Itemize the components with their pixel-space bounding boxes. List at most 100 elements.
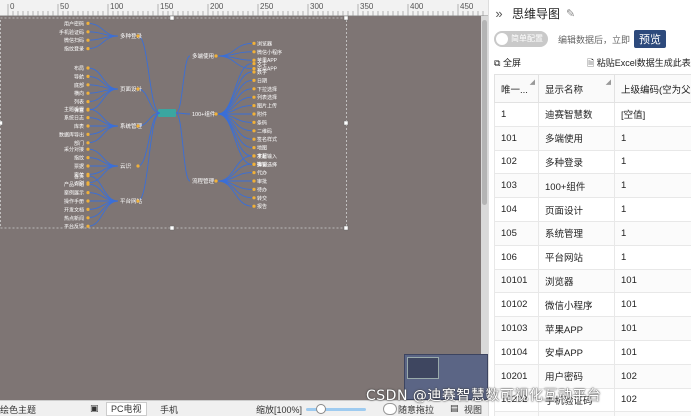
cell-id[interactable]: 102 <box>494 149 539 175</box>
panel-header: » 思维导图 ✎ <box>489 0 691 26</box>
cell-parent[interactable]: 101 <box>614 292 691 318</box>
tab-pc-view[interactable]: PC电视 <box>106 402 147 416</box>
table-row[interactable]: 105 系统管理 1 <box>494 220 691 246</box>
table-row[interactable]: 10203微信扫码102 <box>494 411 691 416</box>
cell-parent[interactable]: 1 <box>614 244 691 270</box>
table-header-row: 唯一... ◢ 显示名称 ◢ 上级编码(空为父... <box>494 74 691 103</box>
mindmap-node-dot <box>86 124 90 128</box>
selection-handle <box>169 225 175 231</box>
mindmap-leaf-label: 撤销 <box>257 161 267 168</box>
scrollbar-thumb[interactable] <box>482 20 487 205</box>
cell-parent[interactable]: 1 <box>614 197 691 222</box>
table-row[interactable]: 10104 安卓APP 101 <box>494 339 691 365</box>
cell-id[interactable]: 101 <box>494 125 539 151</box>
mindmap-link <box>87 84 119 90</box>
column-header-name[interactable]: 显示名称 ◢ <box>538 74 615 103</box>
simple-config-toggle[interactable]: 简单配置 <box>494 31 548 47</box>
ruler-label: 350 <box>360 2 374 11</box>
cell-parent[interactable]: 1 <box>614 220 691 246</box>
cell-parent[interactable]: 102 <box>614 363 691 389</box>
cell-name[interactable]: 微信小程序 <box>538 292 615 318</box>
cell-id[interactable]: 104 <box>494 197 539 222</box>
table-row[interactable]: 103 100+组件 1 <box>494 173 691 199</box>
cell-id[interactable]: 103 <box>494 173 539 199</box>
cell-parent[interactable]: [空值] <box>614 102 691 127</box>
cell-name[interactable]: 多端使用 <box>538 125 615 151</box>
cell-name[interactable]: 平台网站 <box>538 244 615 270</box>
cell-name[interactable]: 微信扫码 <box>538 411 615 416</box>
preview-button[interactable]: 预览 <box>634 30 667 48</box>
table-body: 1 迪赛智慧数 [空值] 101 多端使用 1 102 多种登录 1 103 100+组件 1 104 页… <box>494 102 691 416</box>
cell-name[interactable]: 安卓APP <box>538 339 615 365</box>
mindmap-leaf-label: 用户密码 <box>64 20 84 27</box>
cell-name[interactable]: 多种登录 <box>538 149 615 175</box>
table-row[interactable]: 10101 浏览器 101 <box>494 268 691 294</box>
table-row[interactable]: 10102 微信小程序 101 <box>494 292 691 318</box>
cell-name[interactable]: 迪赛智慧数 <box>538 102 615 127</box>
theme-button[interactable]: 绘色主题 <box>0 403 36 416</box>
data-table-container[interactable]: 唯一... ◢ 显示名称 ◢ 上级编码(空为父... 1 迪赛智慧数 [空值] 101 多端… <box>494 74 691 416</box>
cell-parent[interactable]: 101 <box>614 268 691 294</box>
selection-handle <box>0 120 3 126</box>
cell-id[interactable]: 106 <box>494 244 539 270</box>
table-row[interactable]: 104 页面设计 1 <box>494 197 691 222</box>
cell-id[interactable]: 10103 <box>494 316 539 341</box>
cell-parent[interactable]: 101 <box>614 339 691 365</box>
vertical-scrollbar[interactable] <box>481 16 488 400</box>
table-row[interactable]: 1 迪赛智慧数 [空值] <box>494 102 691 127</box>
cell-parent[interactable]: 102 <box>614 387 691 413</box>
table-row[interactable]: 101 多端使用 1 <box>494 125 691 151</box>
cell-parent[interactable]: 1 <box>614 149 691 175</box>
paste-excel-button[interactable]: 🗎 粘贴Excel数据生成此表 <box>587 56 691 72</box>
tab-mobile[interactable]: 手机 <box>156 403 182 416</box>
minimap-viewport[interactable] <box>407 357 439 379</box>
mindmap-node-dot <box>136 87 140 91</box>
selection-handle <box>343 16 349 21</box>
cell-id[interactable]: 10102 <box>494 292 539 318</box>
cell-id[interactable]: 10104 <box>494 339 539 365</box>
cell-id[interactable]: 10203 <box>494 411 539 416</box>
mindmap-node-dot <box>252 50 256 54</box>
mindmap-leaf-label: 签名样式 <box>257 136 277 143</box>
cell-parent[interactable]: 1 <box>614 125 691 151</box>
cell-parent[interactable]: 102 <box>614 411 691 416</box>
cell-id[interactable]: 105 <box>494 220 539 246</box>
column-header-label: 上级编码(空为父... <box>621 84 691 96</box>
mindmap-node-dot <box>86 156 90 160</box>
table-row[interactable]: 106 平台网站 1 <box>494 244 691 270</box>
mindmap-diagram[interactable]: 多种登录用户密码手机验证码微信扫码指纹登录页面设计布局导航底部横向列表弹窗系统管… <box>0 16 481 400</box>
column-sort-icon[interactable]: ◢ <box>530 78 535 86</box>
fullscreen-button[interactable]: ⧉ 全屏 <box>494 56 521 69</box>
column-header-parent[interactable]: 上级编码(空为父... <box>614 74 691 103</box>
mindmap-leaf-label: 布局 <box>74 65 84 72</box>
cell-parent[interactable]: 1 <box>614 173 691 199</box>
collapse-icon[interactable]: » <box>489 6 509 21</box>
mindmap-node-dot <box>252 95 256 99</box>
mindmap-node-dot <box>252 171 256 175</box>
cell-name[interactable]: 系统管理 <box>538 220 615 246</box>
mindmap-leaf-label: 平台反馈 <box>64 223 84 230</box>
mindmap-leaf-label: 列表选择 <box>257 94 277 101</box>
mindmap-node-dot <box>214 112 218 116</box>
zoom-slider[interactable] <box>306 408 366 411</box>
mindmap-node-dot <box>252 112 256 116</box>
data-panel: » 思维导图 ✎ 简单配置 编辑数据后，立即 预览 ⧉ 全屏 🗎 粘贴Excel… <box>488 0 691 416</box>
ruler-label: 200 <box>210 2 224 11</box>
edit-pencil-icon[interactable]: ✎ <box>566 7 575 20</box>
cell-name[interactable]: 苹果APP <box>538 316 615 341</box>
mindmap-canvas[interactable]: 0 50 100 150 200 250 300 350 400 450 多种登录 用户密码 手机验证… <box>0 0 488 400</box>
table-row[interactable]: 102 多种登录 1 <box>494 149 691 175</box>
cell-id[interactable]: 10101 <box>494 268 539 294</box>
column-sort-icon[interactable]: ◢ <box>606 78 611 86</box>
cell-name[interactable]: 页面设计 <box>538 197 615 222</box>
table-row[interactable]: 10103 苹果APP 101 <box>494 316 691 341</box>
cell-parent[interactable]: 101 <box>614 316 691 341</box>
ruler-label: 100 <box>110 2 124 11</box>
mindmap-node-dot <box>252 187 256 191</box>
zoom-slider-thumb[interactable] <box>316 404 326 414</box>
column-header-id[interactable]: 唯一... ◢ <box>494 74 539 103</box>
mindmap-node-dot <box>86 116 90 120</box>
cell-name[interactable]: 浏览器 <box>538 268 615 294</box>
cell-name[interactable]: 100+组件 <box>538 173 615 199</box>
cell-id[interactable]: 1 <box>494 102 539 127</box>
